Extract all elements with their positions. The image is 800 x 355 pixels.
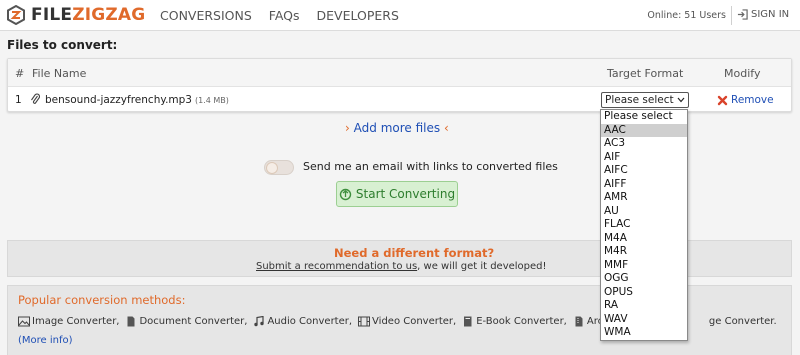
format-option-m4r[interactable]: M4R (601, 245, 687, 259)
file-name: bensound-jazzyfrenchy.mp3 (1.4 MB) (45, 94, 229, 106)
document-converter-label: Document Converter, (139, 316, 248, 327)
format-option-aif[interactable]: AIF (601, 151, 687, 165)
image-converter-link[interactable]: Image Converter, (18, 316, 119, 327)
nav-developers[interactable]: DEVELOPERS (317, 8, 399, 23)
add-more-files-link[interactable]: › Add more files ‹ (345, 121, 449, 135)
format-option-au[interactable]: AU (601, 205, 687, 219)
format-option-please-select[interactable]: Please select (601, 110, 687, 124)
col-modify: Modify (724, 67, 761, 80)
format-option-ogg[interactable]: OGG (601, 272, 687, 286)
col-target-format: Target Format (607, 67, 684, 80)
file-table: # File Name Target Format Modify 1 benso… (7, 58, 792, 112)
format-option-aac[interactable]: AAC (601, 123, 687, 137)
more-info-link[interactable]: (More info) (18, 335, 73, 346)
archive-icon (575, 316, 583, 327)
popular-conversions-title: Popular conversion methods: (18, 293, 186, 307)
toggle-knob (266, 162, 278, 174)
film-icon (358, 316, 371, 327)
document-icon (127, 316, 135, 327)
chevron-left-icon: ‹ (443, 121, 449, 135)
target-format-value: Please select (605, 94, 674, 106)
target-format-select[interactable]: Please select (601, 92, 689, 108)
audio-converter-link[interactable]: Audio Converter, (253, 316, 352, 327)
format-option-wav[interactable]: WAV (601, 313, 687, 327)
format-option-ac3[interactable]: AC3 (601, 137, 687, 151)
start-converting-button[interactable]: Start Converting (336, 181, 458, 207)
sign-in-button[interactable]: SIGN IN (737, 9, 789, 20)
format-option-aifc[interactable]: AIFC (601, 164, 687, 178)
chevron-down-icon (677, 97, 685, 103)
nav-conversions[interactable]: CONVERSIONS (160, 8, 252, 23)
file-size: (1.4 MB) (194, 96, 229, 105)
audio-converter-label: Audio Converter, (267, 316, 353, 327)
nav-faqs[interactable]: FAQs (269, 8, 300, 23)
format-option-wma[interactable]: WMA (601, 326, 687, 340)
row-number: 1 (15, 94, 22, 106)
sign-in-label: SIGN IN (751, 9, 790, 20)
start-converting-label: Start Converting (355, 187, 456, 201)
format-option-flac[interactable]: FLAC (601, 218, 687, 232)
submit-recommendation-link[interactable]: Submit a recommendation to us (256, 261, 417, 272)
add-more-files-label: Add more files (353, 121, 441, 135)
format-option-ra[interactable]: RA (601, 299, 687, 313)
remove-label: Remove (731, 94, 774, 106)
different-format-title: Need a different format? (334, 246, 495, 260)
different-format-rest: , we will get it developed! (417, 261, 547, 272)
other-converter-label: ge Converter. (708, 316, 777, 327)
table-header: # File Name Target Format Modify (8, 59, 791, 87)
book-icon (464, 316, 472, 327)
logo-zigzag-text: ZIGZAG (72, 5, 146, 25)
ebook-converter-link[interactable]: E-Book Converter, (462, 316, 567, 327)
top-navbar: FILEZIGZAG CONVERSIONS FAQs DEVELOPERS O… (0, 0, 800, 31)
ebook-converter-label: E-Book Converter, (476, 316, 567, 327)
format-option-aiff[interactable]: AIFF (601, 178, 687, 192)
image-icon (18, 316, 30, 327)
paperclip-icon (31, 93, 41, 104)
nav-links: CONVERSIONS FAQs DEVELOPERS (160, 0, 416, 31)
format-option-amr[interactable]: AMR (601, 191, 687, 205)
remove-x-icon (717, 95, 728, 105)
other-converter-link[interactable]: ge Converter. (709, 316, 777, 327)
zigzag-logo-icon (7, 5, 25, 25)
file-name-text: bensound-jazzyfrenchy.mp3 (45, 94, 192, 106)
video-converter-link[interactable]: Video Converter, (358, 316, 456, 327)
online-users-count: Online: 51 Users (647, 10, 726, 21)
format-option-opus[interactable]: OPUS (601, 286, 687, 300)
target-format-dropdown[interactable]: Please select AAC AC3 AIF AIFC AIFF AMR … (600, 109, 688, 341)
nav-divider (731, 6, 732, 25)
video-converter-label: Video Converter, (372, 316, 457, 327)
music-note-icon (254, 316, 265, 327)
sign-in-icon (737, 9, 748, 20)
filezigzag-logo[interactable]: FILEZIGZAG (6, 5, 145, 25)
format-option-m4a[interactable]: M4A (601, 232, 687, 246)
logo-file-text: FILE (31, 5, 73, 25)
convert-icon (339, 188, 352, 200)
remove-file-button[interactable]: Remove (717, 94, 774, 106)
email-toggle[interactable] (264, 160, 294, 175)
col-file-name: File Name (32, 67, 87, 80)
col-number: # (15, 67, 25, 80)
different-format-text: Submit a recommendation to us, we will g… (256, 261, 547, 272)
format-option-mmf[interactable]: MMF (601, 259, 687, 273)
files-to-convert-title: Files to convert: (7, 38, 118, 52)
image-converter-label: Image Converter, (32, 316, 120, 327)
chevron-right-icon: › (345, 121, 350, 135)
document-converter-link[interactable]: Document Converter, (125, 316, 247, 327)
email-toggle-label: Send me an email with links to converted… (303, 160, 558, 173)
logo-text: FILEZIGZAG (31, 5, 145, 25)
